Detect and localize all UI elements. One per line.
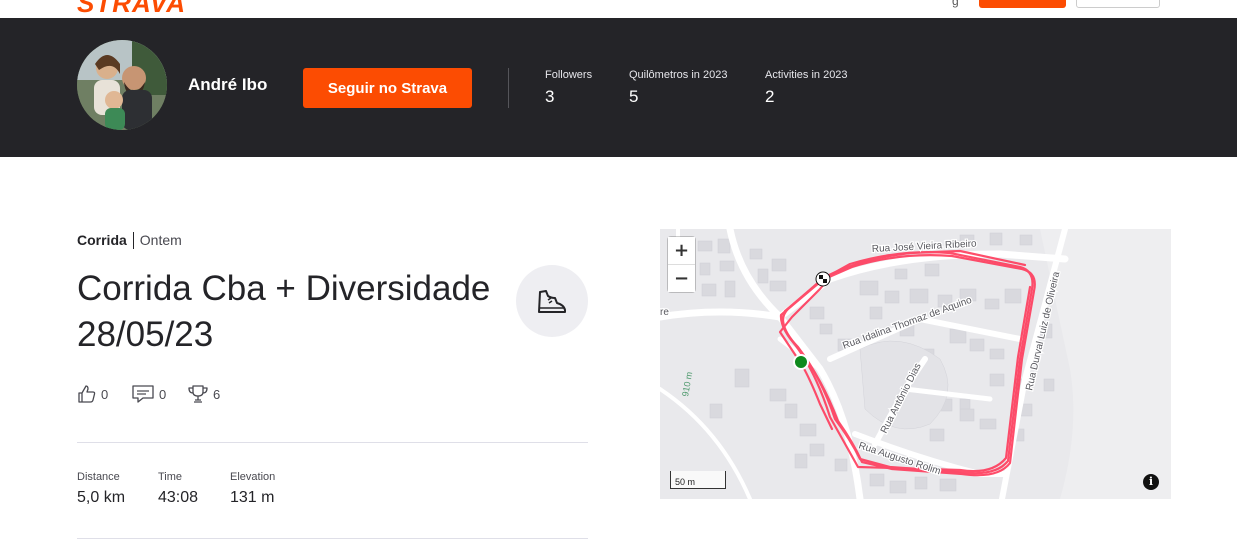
athlete-name[interactable]: André Ibo — [188, 75, 267, 95]
meta-separator — [132, 232, 134, 249]
kudos-count[interactable]: 0 — [77, 383, 108, 405]
activity-title[interactable]: Corrida Cba + Diversidade 28/05/23 — [77, 266, 497, 358]
zoom-in-button[interactable]: + — [668, 237, 695, 264]
finish-marker — [815, 271, 831, 287]
activity-meta: Corrida Ontem — [77, 232, 182, 249]
stat-label: Quilômetros in 2023 — [629, 69, 728, 81]
activity-sport: Corrida — [77, 232, 127, 248]
stat-followers: Followers 3 — [545, 69, 592, 107]
running-shoe-icon — [538, 290, 566, 313]
info-icon[interactable]: i — [1143, 474, 1159, 490]
street-label-re: re — [660, 307, 669, 318]
metric-label: Elevation — [230, 471, 276, 483]
header-divider — [508, 68, 509, 108]
stat-kilometers: Quilômetros in 2023 5 — [629, 69, 727, 107]
thumbs-up-icon — [78, 385, 96, 403]
map-canvas: Rua José Vieira Ribeiro Rua Idalina Thom… — [660, 229, 1171, 499]
follow-button[interactable]: Seguir no Strava — [303, 68, 472, 108]
metric-value: 43:08 — [158, 489, 199, 506]
strava-logo[interactable]: STRAVA — [77, 0, 186, 18]
comments-value: 0 — [159, 386, 167, 402]
avatar[interactable] — [77, 40, 167, 130]
comment-icon — [132, 385, 154, 403]
zoom-out-button[interactable]: − — [668, 265, 695, 292]
route-map[interactable]: Rua José Vieira Ribeiro Rua Idalina Thom… — [660, 229, 1171, 499]
nav-menu-fragment[interactable]: g — [952, 0, 959, 8]
stat-label: Activities in 2023 — [765, 69, 848, 81]
zoom-controls: + − — [668, 237, 695, 292]
metric-time: Time 43:08 — [158, 471, 198, 507]
avatar-photo — [77, 40, 167, 130]
stat-value: 3 — [545, 87, 555, 106]
stat-value: 5 — [629, 87, 639, 106]
nav-signup-button[interactable] — [979, 0, 1066, 8]
achievements-value: 6 — [213, 386, 221, 402]
divider — [77, 442, 588, 443]
kudos-value: 0 — [101, 386, 109, 402]
divider — [77, 538, 588, 539]
top-nav: STRAVA g — [0, 0, 1237, 18]
stat-value: 2 — [765, 87, 775, 106]
stat-activities: Activities in 2023 2 — [765, 69, 848, 107]
metric-elevation: Elevation 131 m — [230, 471, 275, 507]
trophy-icon — [188, 385, 208, 403]
athlete-header: André Ibo Seguir no Strava Followers 3 Q… — [0, 18, 1237, 157]
activity-date: Ontem — [139, 232, 182, 248]
metric-distance: Distance 5,0 km — [77, 471, 125, 507]
sport-badge — [516, 265, 588, 337]
achievements-count[interactable]: 6 — [187, 383, 220, 405]
metric-label: Distance — [77, 471, 120, 483]
start-marker — [793, 354, 809, 370]
metric-value: 5,0 km — [77, 489, 126, 506]
metric-label: Time — [158, 471, 183, 483]
map-scale: 50 m — [670, 471, 726, 489]
comments-count[interactable]: 0 — [131, 383, 166, 405]
metric-value: 131 m — [230, 489, 275, 506]
nav-login-button[interactable] — [1076, 0, 1160, 8]
stat-label: Followers — [545, 69, 593, 81]
contour-label: 910 m — [680, 371, 694, 397]
